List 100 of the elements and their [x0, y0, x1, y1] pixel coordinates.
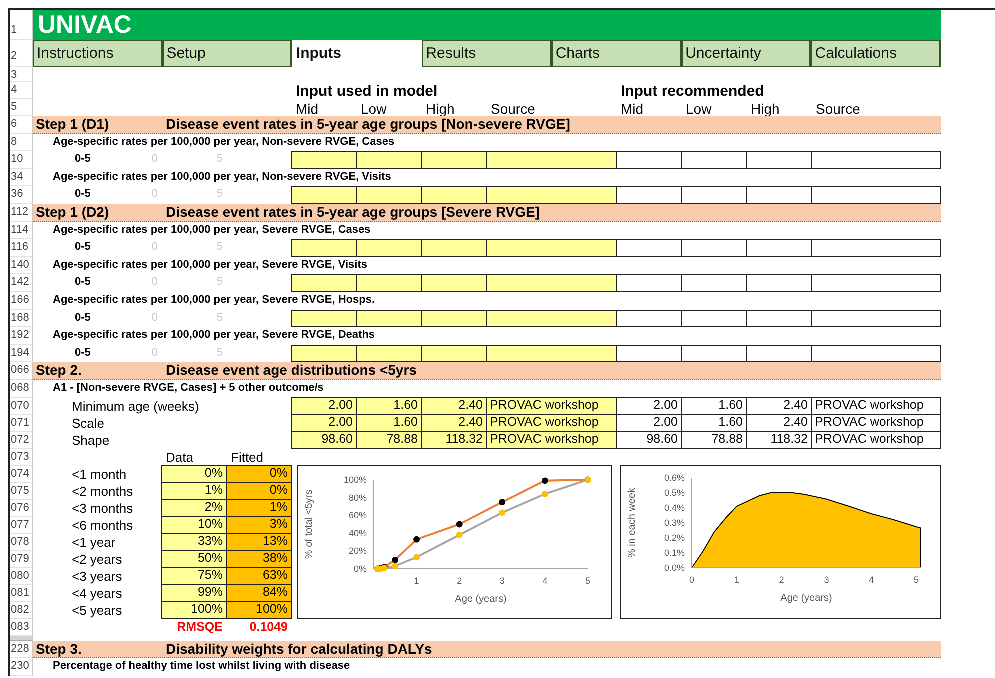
step-label: Step 2.: [36, 362, 82, 378]
table-cell: 38%: [226, 550, 292, 568]
parameter-label: Shape: [72, 432, 110, 448]
table-cell: 0%: [226, 464, 292, 482]
row-number: 073: [10, 448, 33, 466]
age-range: 0-5: [75, 346, 91, 361]
tick-label: 20%: [348, 546, 367, 556]
column-header: Source: [490, 100, 536, 116]
column-group-title: Input recommended: [620, 82, 766, 99]
table-cell: 2.40: [421, 396, 487, 414]
age-range: 0-5: [75, 275, 91, 290]
table-cell: 13%: [226, 532, 292, 550]
tick-label: 60%: [348, 510, 367, 520]
table-cell: 2%: [161, 498, 227, 516]
sheet-tab[interactable]: Charts: [552, 40, 682, 67]
column-header: Source: [815, 100, 862, 116]
row-number: 068: [10, 380, 33, 398]
sheet-tab[interactable]: Calculations: [811, 40, 941, 67]
tick-label: 0.5%: [664, 488, 685, 498]
step-title: Disease event age distributions <5yrs: [166, 362, 417, 378]
row-number: 10: [10, 151, 33, 169]
tick-label: 1: [414, 576, 420, 586]
step-label: Step 3.: [36, 640, 82, 656]
row-number: 4: [10, 82, 33, 99]
column-header: Fitted: [230, 448, 265, 466]
row-number: 077: [10, 516, 33, 534]
row-number: 230: [10, 658, 33, 676]
row-number: 5: [10, 99, 33, 116]
parameter-label: Scale: [72, 416, 105, 430]
step-label: Step 1 (D2): [36, 204, 110, 220]
subheading: Age-specific rates per 100,000 per year, Severe RVGE, Cases: [53, 224, 371, 236]
table-cell: 2.00: [291, 396, 357, 414]
tick-label: 0.3%: [664, 518, 685, 528]
table-cell: 2.00: [291, 414, 357, 432]
row-number: 194: [10, 344, 33, 362]
tick-label: 0.1%: [664, 548, 685, 558]
subheading: Age-specific rates per 100,000 per year, Severe RVGE, Deaths: [53, 329, 376, 342]
table-cell: 98.60: [291, 430, 357, 448]
tick-label: 1: [734, 574, 740, 584]
row-number: 116: [10, 239, 33, 257]
table-cell: 100%: [226, 600, 292, 618]
row-number: 081: [10, 584, 33, 602]
table-cell: 118.32: [421, 430, 487, 448]
column-header: Data: [165, 448, 194, 466]
axis-title: Age (years): [455, 594, 507, 604]
age-group-label: <5 years: [72, 602, 122, 618]
age-group-label: <1 year: [72, 534, 116, 550]
sheet-tab[interactable]: Results: [422, 40, 552, 67]
tick-label: 5: [914, 574, 920, 584]
sheet-tab[interactable]: Uncertainty: [682, 40, 812, 67]
age-range: 0-5: [75, 152, 91, 168]
step-title: Disease event rates in 5-year age groups [Non-severe RVGE]: [166, 116, 570, 132]
row-number: 071: [10, 414, 33, 432]
subheading: Age-specific rates per 100,000 per year, Non-severe RVGE, Cases: [53, 136, 395, 148]
table-cell: 63%: [226, 566, 292, 584]
tick-label: 0.6%: [664, 472, 685, 482]
age-group-label: <2 years: [72, 552, 122, 566]
row-number: 070: [10, 398, 33, 414]
table-cell: 1.60: [356, 396, 422, 414]
row-number: 36: [10, 186, 33, 204]
row-number: 8: [10, 134, 33, 152]
table-cell: PROVAC workshop: [486, 414, 617, 432]
row-number: 080: [10, 568, 33, 584]
row-number: 078: [10, 534, 33, 550]
age-group-label: <3 years: [72, 568, 122, 584]
tick-label: 3: [824, 574, 830, 584]
tick-label: 2: [779, 574, 784, 584]
subheading: Age-specific rates per 100,000 per year, Severe RVGE, Hosps.: [53, 294, 376, 306]
age-group-label: <1 month: [72, 466, 127, 482]
row-number: 079: [10, 550, 33, 568]
axis-title: % of total <5yrs: [304, 489, 315, 559]
table-cell: 99%: [161, 584, 227, 602]
subheading: Percentage of healthy time lost whilst living with disease: [53, 660, 350, 672]
table-cell: PROVAC workshop: [486, 430, 617, 448]
tick-label: 100%: [344, 474, 367, 484]
tick-label: 3: [500, 576, 505, 586]
parameter-label: Minimum age (weeks): [72, 398, 200, 414]
table-cell: 78.88: [356, 430, 422, 448]
statistic-label: RMSQE: [176, 618, 224, 636]
subheading: A1 - [Non-severe RVGE, Cases] + 5 other outcome/s: [53, 382, 324, 394]
sheet-tab[interactable]: Instructions: [33, 40, 163, 67]
table-cell: 1%: [226, 498, 292, 516]
row-number: 114: [10, 222, 33, 240]
sheet-tab[interactable]: Setup: [162, 40, 292, 67]
tick-label: 0.0%: [664, 562, 685, 572]
row-number: 192: [10, 327, 33, 345]
row-number: 166: [10, 292, 33, 310]
age-group-label: <4 years: [72, 586, 122, 600]
row-number: 076: [10, 500, 33, 516]
table-cell: 0%: [161, 464, 227, 482]
age-range: 0-5: [75, 240, 91, 256]
tick-label: 4: [542, 576, 548, 586]
subheading: Age-specific rates per 100,000 per year, Severe RVGE, Visits: [53, 258, 368, 271]
table-cell: 10%: [161, 516, 227, 534]
tick-label: 80%: [348, 492, 367, 502]
app-title: UNIVAC: [33, 10, 941, 40]
column-header: Low: [360, 100, 388, 116]
age-group-label: <6 months: [72, 518, 134, 532]
age-group-label: <2 months: [72, 484, 134, 498]
row-number: 074: [10, 466, 33, 482]
